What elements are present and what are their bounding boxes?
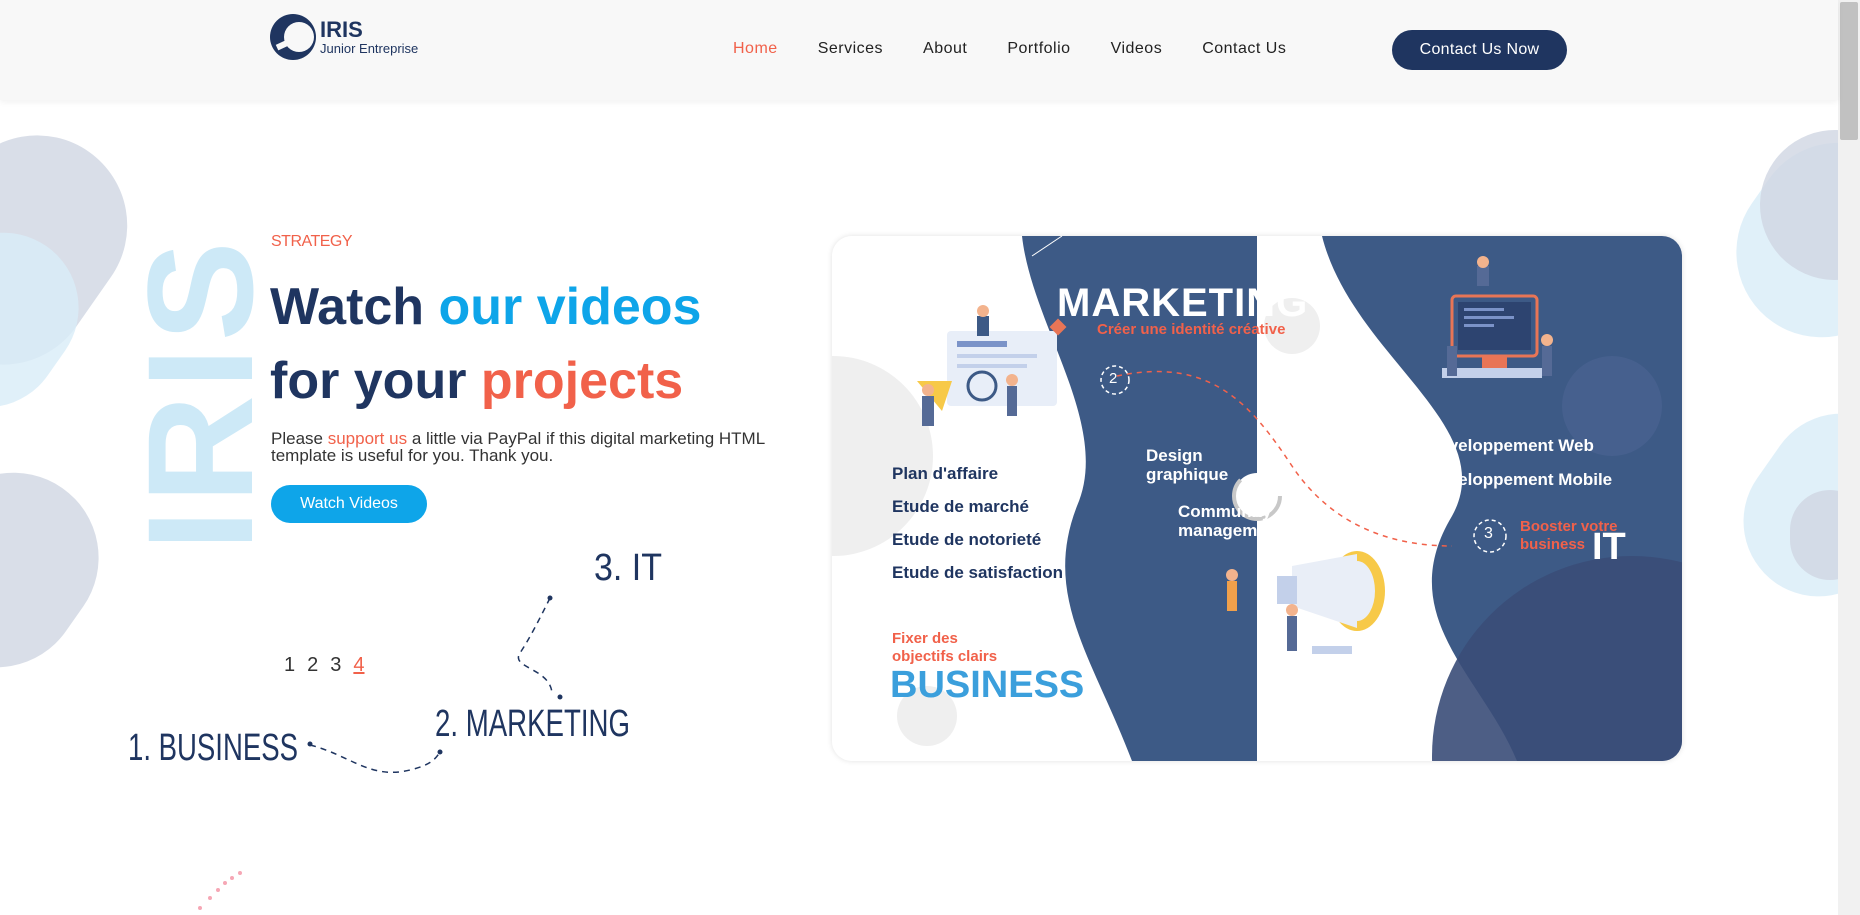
- business-item-2: Etude de marché: [892, 497, 1029, 516]
- nav-about[interactable]: About: [923, 40, 967, 58]
- it-item-1: Développement Web: [1427, 436, 1594, 455]
- page-scrollbar[interactable]: [1838, 0, 1860, 915]
- business-item-1: Plan d'affaire: [892, 464, 999, 483]
- nav-contact-us[interactable]: Contact Us: [1202, 40, 1286, 58]
- title-part-4: projects: [480, 352, 684, 410]
- nav-services[interactable]: Services: [818, 40, 883, 58]
- eyebrow-label: STRATEGY: [271, 233, 353, 250]
- logo[interactable]: IRIS Junior Entreprise: [270, 14, 418, 60]
- nav-videos[interactable]: Videos: [1111, 40, 1163, 58]
- title-part-3: for your: [270, 352, 481, 410]
- marketing-title: MARKETING: [1057, 281, 1309, 325]
- dotted-decoration: [198, 871, 242, 910]
- pager-4[interactable]: 4: [353, 654, 364, 677]
- contact-us-now-button[interactable]: Contact Us Now: [1392, 30, 1567, 70]
- it-title: IT: [1592, 526, 1626, 568]
- hero-title: Watch our videos for your projects: [270, 270, 701, 418]
- services-illustration-card: MARKETING Créer une identité créative Pl…: [832, 236, 1682, 761]
- marketing-subtitle: Créer une identité créative: [1097, 321, 1286, 338]
- step-2-marker: 2: [1109, 370, 1118, 387]
- pager-2[interactable]: 2: [307, 654, 318, 677]
- step-3-marker: 3: [1484, 525, 1493, 542]
- it-subtitle: Booster votre business: [1520, 518, 1618, 553]
- design-label: Design graphique: [1146, 446, 1229, 484]
- vertical-brand-word: IRIS: [116, 235, 272, 551]
- business-item-3: Etude de notorieté: [892, 530, 1042, 549]
- pager-1[interactable]: 1: [284, 654, 295, 677]
- nav-portfolio[interactable]: Portfolio: [1007, 40, 1070, 58]
- title-part-2: our videos: [438, 278, 702, 336]
- business-title: BUSINESS: [890, 664, 1085, 706]
- watch-videos-button[interactable]: Watch Videos: [271, 485, 427, 523]
- logo-title: IRIS: [320, 16, 363, 42]
- steps-path: 1. BUSINESS 2. MARKETING 3. IT: [128, 547, 662, 774]
- logo-subtitle: Junior Entreprise: [320, 40, 419, 56]
- business-subtitle: Fixer des objectifs clairs: [892, 630, 998, 665]
- main-nav: Home Services About Portfolio Videos Con…: [733, 40, 1326, 58]
- step-business: 1. BUSINESS: [128, 727, 298, 769]
- community-label: Community management: [1178, 502, 1283, 540]
- hero-description: Please support us a little via PayPal if…: [271, 430, 771, 464]
- slide-pager: 1 2 3 4: [284, 654, 377, 677]
- vertical-brand-text: IRIS: [116, 235, 272, 551]
- step-it: 3. IT: [594, 547, 662, 589]
- pager-3[interactable]: 3: [330, 654, 341, 677]
- page: IRIS Junior Entreprise Home Services Abo…: [0, 0, 1860, 915]
- title-part-1: Watch: [270, 278, 439, 336]
- step-marketing: 2. MARKETING: [435, 703, 630, 745]
- logo-eagle-icon: [270, 14, 316, 60]
- scrollbar-thumb[interactable]: [1840, 2, 1858, 140]
- business-item-4: Etude de satisfaction: [892, 563, 1063, 582]
- nav-home[interactable]: Home: [733, 40, 778, 58]
- site-header: IRIS Junior Entreprise Home Services Abo…: [0, 0, 1838, 100]
- it-item-2: Développement Mobile: [1427, 470, 1613, 489]
